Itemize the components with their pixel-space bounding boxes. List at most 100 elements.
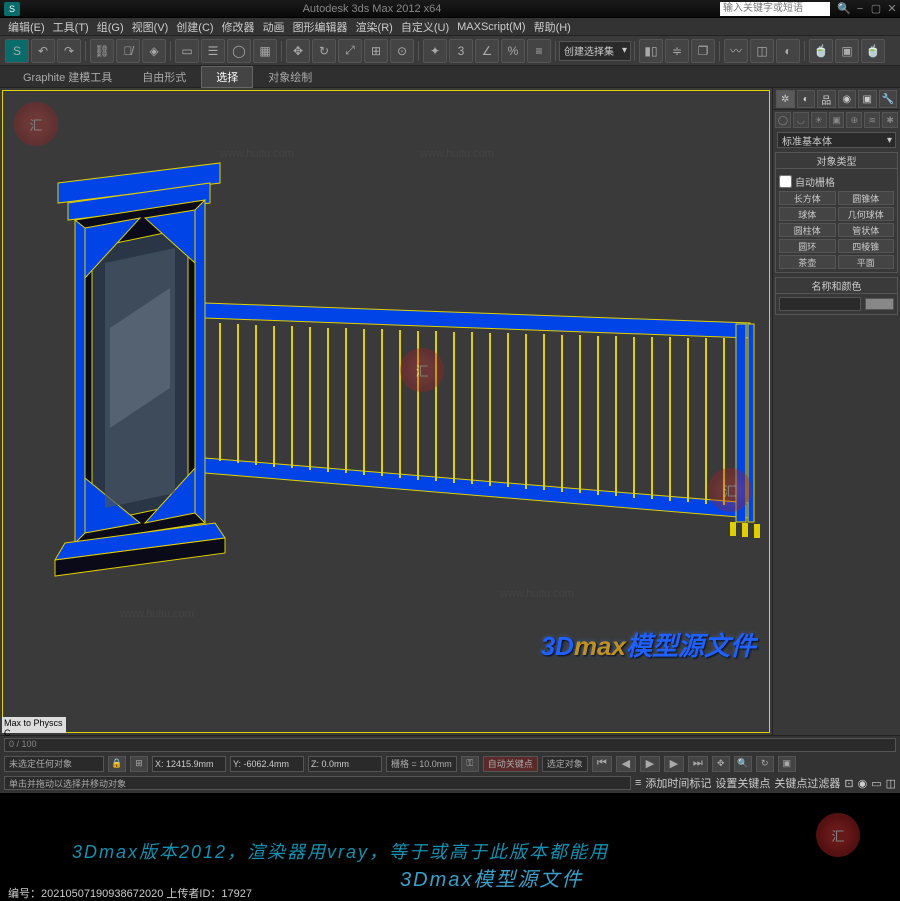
menu-maxscript[interactable]: MAXScript(M) [453, 21, 529, 33]
menu-customize[interactable]: 自定义(U) [397, 19, 453, 35]
snap-icon[interactable]: 3 [449, 39, 473, 63]
lasso-icon[interactable]: ◯ [227, 39, 251, 63]
scale-icon[interactable]: ⤢ [338, 39, 362, 63]
nav-zoom-icon[interactable]: 🔍 [734, 756, 752, 772]
prim-geosphere[interactable]: 几何球体 [838, 207, 895, 221]
menu-anim[interactable]: 动画 [259, 19, 289, 35]
menu-help[interactable]: 帮助(H) [530, 19, 575, 35]
spinner-snap-icon[interactable]: ≡ [527, 39, 551, 63]
key-icon[interactable]: ⚿ [461, 756, 479, 772]
nav-fov-icon[interactable]: ◉ [858, 777, 868, 790]
cat-shapes-icon[interactable]: ◡ [793, 112, 809, 128]
tab-modify-icon[interactable]: ◐ [797, 90, 816, 108]
cat-systems-icon[interactable]: ✱ [882, 112, 898, 128]
next-frame-icon[interactable]: ▶ [664, 756, 684, 772]
menu-create[interactable]: 创建(C) [172, 19, 217, 35]
rollout-header[interactable]: 名称和颜色 [776, 278, 897, 294]
menu-tools[interactable]: 工具(T) [49, 19, 93, 35]
autogrid-checkbox[interactable]: 自动栅格 [779, 174, 894, 189]
tab-create-icon[interactable]: ✲ [776, 90, 795, 108]
tab-hierarchy-icon[interactable]: 品 [817, 90, 836, 108]
time-slider[interactable]: 0 / 100 [4, 738, 896, 752]
nav-orbit-icon[interactable]: ↻ [756, 756, 774, 772]
rollout-header[interactable]: 对象类型 [776, 153, 897, 169]
cat-lights-icon[interactable]: ☀ [811, 112, 827, 128]
search-icon[interactable]: 🔍 [837, 2, 851, 16]
nav-min-icon[interactable]: ◫ [886, 777, 896, 790]
angle-snap-icon[interactable]: ∠ [475, 39, 499, 63]
coord-x[interactable]: X: 12415.9mm [152, 756, 226, 772]
object-color-swatch[interactable] [865, 298, 894, 310]
tab-freeform[interactable]: 自由形式 [127, 66, 201, 88]
autokey-button[interactable]: 自动关键点 [483, 756, 538, 772]
add-time-tag[interactable]: 添加时间标记 [645, 775, 711, 791]
prim-cone[interactable]: 圆锥体 [838, 191, 895, 205]
render-frame-icon[interactable]: ▣ [835, 39, 859, 63]
coord-z[interactable]: Z: 0.0mm [308, 756, 382, 772]
align-icon[interactable]: ≑ [665, 39, 689, 63]
window-crossing-icon[interactable]: ▦ [253, 39, 277, 63]
tab-graphite[interactable]: Graphite 建模工具 [8, 66, 127, 88]
goto-start-icon[interactable]: ⏮ [592, 756, 612, 772]
cat-cameras-icon[interactable]: ▣ [829, 112, 845, 128]
tab-utilities-icon[interactable]: 🔧 [879, 90, 898, 108]
coord-icon[interactable]: ⊞ [130, 756, 148, 772]
mirror-icon[interactable]: ▮▯ [639, 39, 663, 63]
select-name-icon[interactable]: ☰ [201, 39, 225, 63]
prim-teapot[interactable]: 茶壶 [779, 255, 836, 269]
material-editor-icon[interactable]: ◐ [776, 39, 800, 63]
coord-y[interactable]: Y: -6062.4mm [230, 756, 304, 772]
close-icon[interactable]: ✕ [885, 2, 899, 16]
prim-box[interactable]: 长方体 [779, 191, 836, 205]
goto-end-icon[interactable]: ⏭ [688, 756, 708, 772]
nav-pan-icon[interactable]: ✥ [712, 756, 730, 772]
object-name-input[interactable] [779, 297, 861, 311]
tab-motion-icon[interactable]: ◉ [838, 90, 857, 108]
app-menu-button[interactable]: S [5, 39, 29, 63]
menu-modifiers[interactable]: 修改器 [218, 19, 259, 35]
percent-snap-icon[interactable]: % [501, 39, 525, 63]
manipulate-icon[interactable]: ✦ [423, 39, 447, 63]
key-filter-button[interactable]: 关键点过滤器 [774, 775, 840, 791]
pivot-icon[interactable]: ⊙ [390, 39, 414, 63]
tab-select[interactable]: 选择 [201, 66, 253, 88]
script-icon[interactable]: ≡ [635, 777, 641, 789]
curve-editor-icon[interactable]: 〰 [724, 39, 748, 63]
render-setup-icon[interactable]: 🍵 [809, 39, 833, 63]
undo-icon[interactable]: ↶ [31, 39, 55, 63]
unlink-icon[interactable]: ⛓̸ [116, 39, 140, 63]
move-icon[interactable]: ✥ [286, 39, 310, 63]
tab-objectdraw[interactable]: 对象绘制 [253, 66, 327, 88]
prim-cylinder[interactable]: 圆柱体 [779, 223, 836, 237]
render-icon[interactable]: 🍵 [861, 39, 885, 63]
bind-icon[interactable]: ◈ [142, 39, 166, 63]
minimize-icon[interactable]: − [853, 2, 867, 16]
menu-grapheditor[interactable]: 图形编辑器 [289, 19, 352, 35]
prim-plane[interactable]: 平面 [838, 255, 895, 269]
schematic-icon[interactable]: ◫ [750, 39, 774, 63]
selection-set-combo[interactable]: 创建选择集 [559, 41, 631, 61]
prim-tube[interactable]: 管状体 [838, 223, 895, 237]
cat-space-icon[interactable]: ≋ [864, 112, 880, 128]
rotate-icon[interactable]: ↻ [312, 39, 336, 63]
cat-helpers-icon[interactable]: ⊕ [846, 112, 862, 128]
set-key-button[interactable]: 设置关键点 [715, 775, 770, 791]
link-icon[interactable]: ⛓ [90, 39, 114, 63]
select-icon[interactable]: ▭ [175, 39, 199, 63]
nav-zoomext-icon[interactable]: ⊡ [844, 777, 853, 790]
cat-geometry-icon[interactable]: ◯ [775, 112, 791, 128]
menu-view[interactable]: 视图(V) [128, 19, 173, 35]
nav-region-icon[interactable]: ▭ [871, 777, 881, 790]
maximize-icon[interactable]: ▢ [869, 2, 883, 16]
redo-icon[interactable]: ↷ [57, 39, 81, 63]
tab-display-icon[interactable]: ▣ [858, 90, 877, 108]
viewport[interactable]: 汇 汇 汇 www.huitu.com www.huitu.com www.hu… [0, 88, 772, 735]
primitive-category-dropdown[interactable]: 标准基本体 [777, 132, 896, 148]
menu-edit[interactable]: 编辑(E) [4, 19, 49, 35]
prev-frame-icon[interactable]: ◀ [616, 756, 636, 772]
prim-sphere[interactable]: 球体 [779, 207, 836, 221]
prim-torus[interactable]: 圆环 [779, 239, 836, 253]
play-icon[interactable]: ▶ [640, 756, 660, 772]
menu-render[interactable]: 渲染(R) [352, 19, 397, 35]
selection-filter[interactable]: 选定对象 [542, 756, 588, 772]
